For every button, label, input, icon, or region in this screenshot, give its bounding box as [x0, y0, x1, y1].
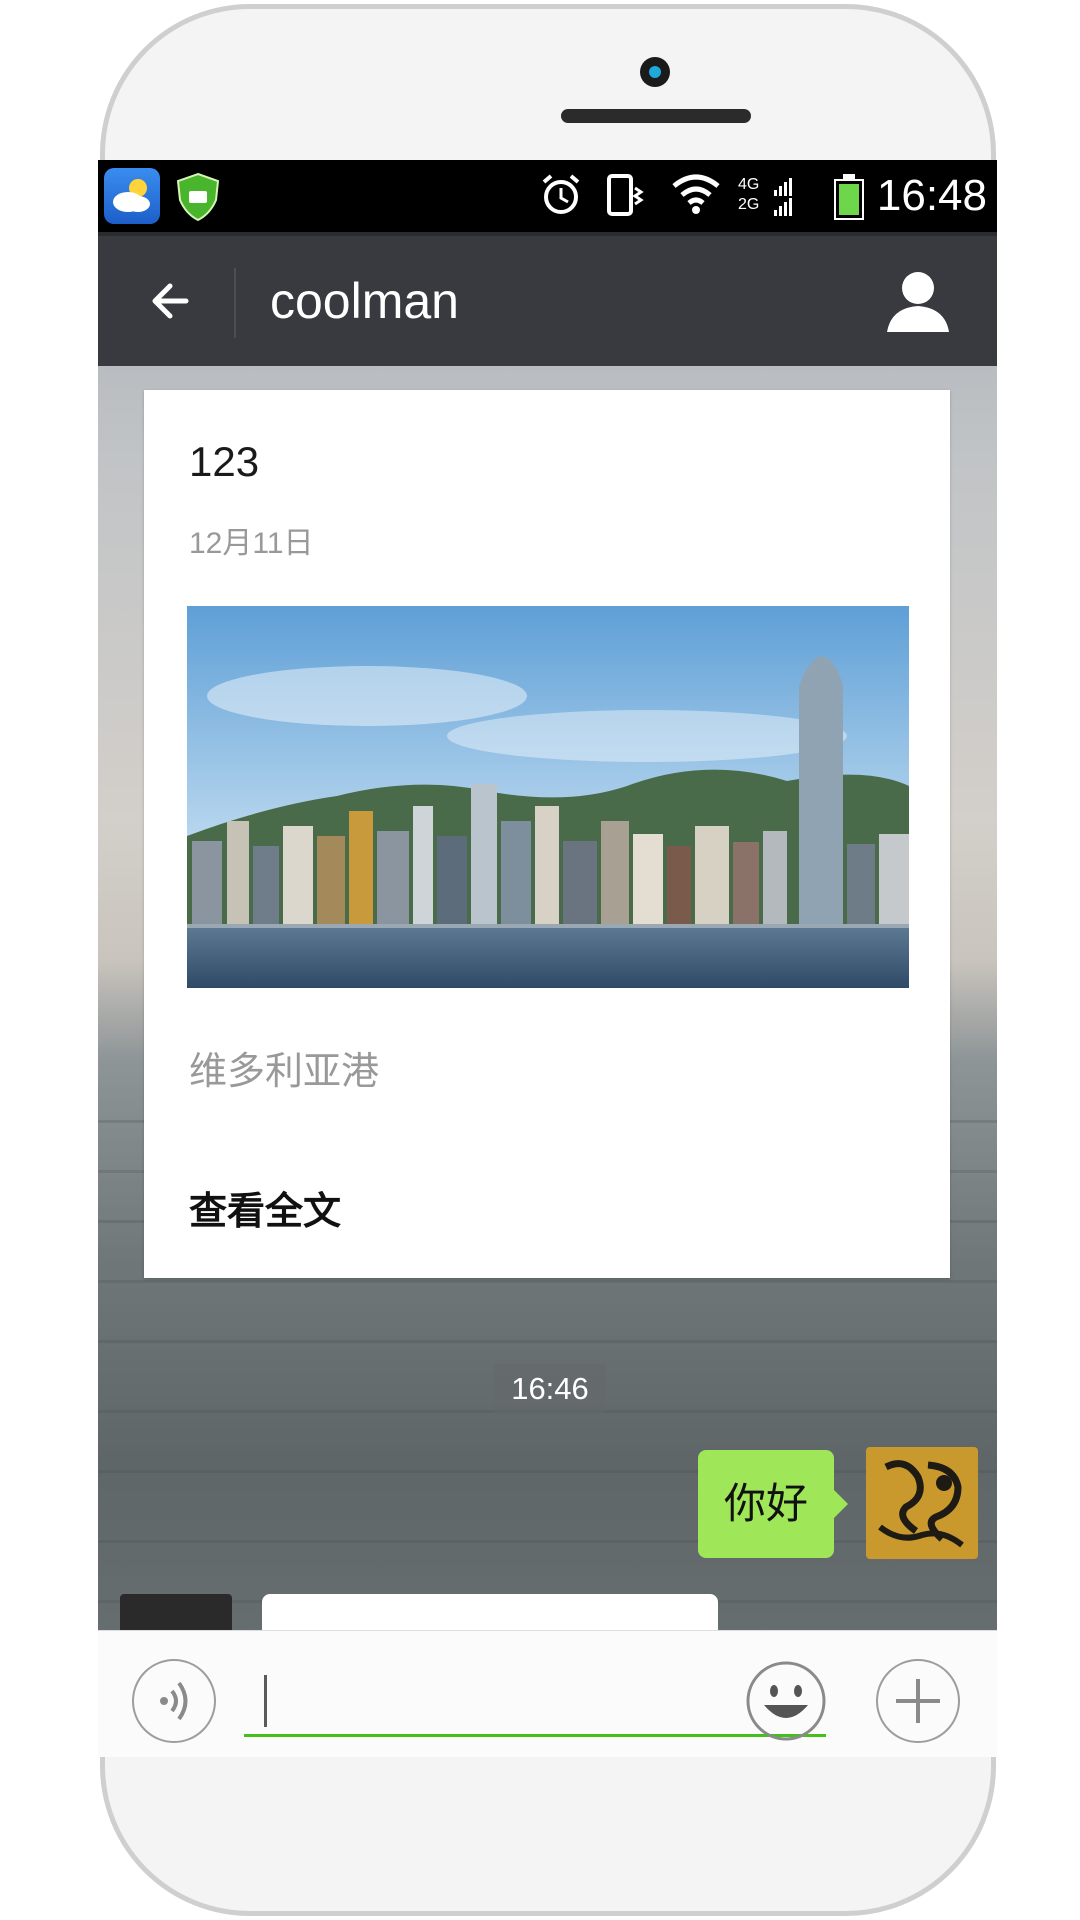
chat-header: coolman	[98, 232, 997, 366]
emoji-icon	[746, 1661, 826, 1741]
person-icon	[887, 272, 949, 332]
security-app-icon	[170, 168, 226, 224]
outgoing-message-bubble[interactable]: 你好	[698, 1450, 848, 1558]
vibrate-icon	[606, 172, 648, 232]
message-timestamp: 16:46	[494, 1364, 606, 1414]
earpiece-speaker	[561, 109, 751, 123]
article-date: 12月11日	[189, 527, 314, 560]
text-cursor	[264, 1675, 267, 1727]
back-arrow-icon	[152, 283, 189, 319]
profile-button[interactable]	[883, 268, 953, 334]
wifi-icon	[670, 172, 722, 228]
voice-icon	[160, 1681, 188, 1721]
chat-title: coolman	[270, 273, 459, 329]
article-card[interactable]: 123 12月11日 维多利亚港 查看全文	[144, 390, 950, 1278]
phone-screen: 4G 2G 16:48 coolman 123 12月11日 维多利亚港 查看全…	[98, 160, 997, 1757]
status-clock: 16:48	[876, 171, 987, 220]
message-input[interactable]	[244, 1665, 826, 1737]
status-bar: 4G 2G 16:48	[98, 160, 997, 232]
cell-signal-icon: 4G 2G	[738, 176, 798, 220]
front-camera	[640, 57, 670, 87]
article-description: 维多利亚港	[189, 1051, 380, 1093]
back-button[interactable]	[138, 266, 208, 336]
emoji-button[interactable]	[744, 1659, 828, 1743]
read-full-article-link[interactable]: 查看全文	[189, 1180, 341, 1235]
voice-button[interactable]	[132, 1659, 216, 1743]
network-type-bottom: 2G	[738, 196, 760, 213]
header-divider	[234, 268, 236, 338]
message-composer	[98, 1630, 997, 1757]
alarm-icon	[538, 172, 584, 230]
my-avatar[interactable]	[866, 1447, 978, 1559]
weather-app-icon	[104, 168, 160, 224]
more-options-button[interactable]	[876, 1659, 960, 1743]
article-cover-image[interactable]	[187, 606, 909, 988]
article-title: 123	[189, 438, 260, 485]
plus-icon	[896, 1679, 940, 1723]
battery-icon	[834, 174, 864, 220]
network-type-top: 4G	[738, 176, 760, 193]
